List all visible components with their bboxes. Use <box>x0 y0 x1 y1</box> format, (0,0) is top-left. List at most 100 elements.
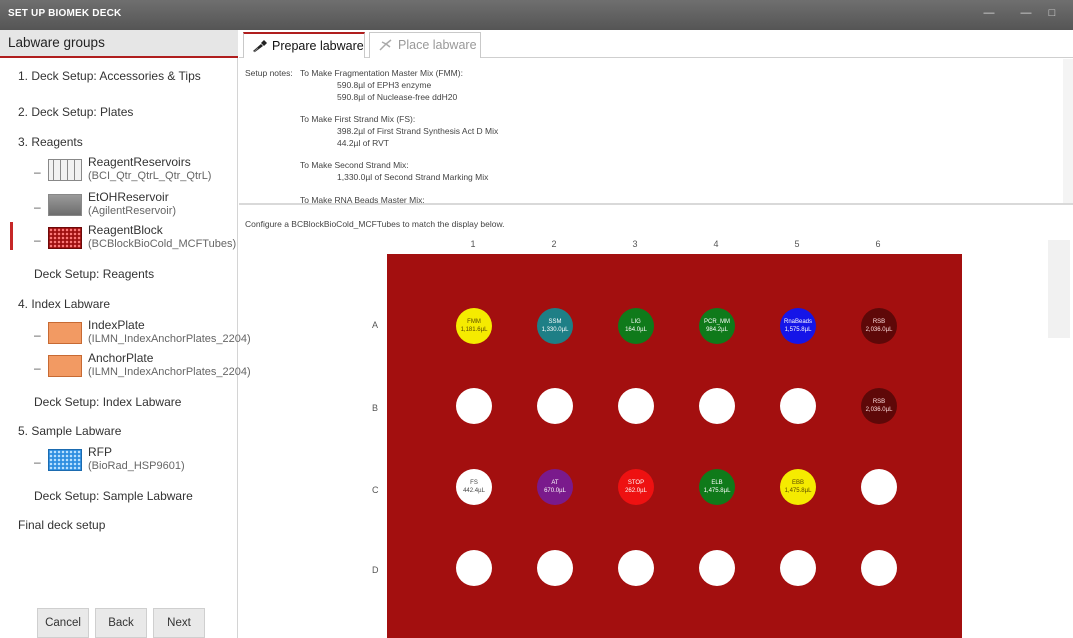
tab-label: Place labware <box>398 38 477 52</box>
well-fs: FS 442.4µL <box>456 469 492 505</box>
well-reagent-name: EBB <box>791 480 804 486</box>
note-line: 1,330.0µl of Second Strand Marking Mix <box>337 172 489 182</box>
well-volume: 670.0µL <box>544 488 566 494</box>
well-volume: 1,181.6µL <box>460 327 488 333</box>
next-button[interactable]: Next <box>153 608 205 638</box>
labware-name: AnchorPlate <box>88 351 154 365</box>
notes-scrollbar[interactable] <box>1063 59 1073 203</box>
tab-bar: Prepare labware Place labware <box>239 30 1073 58</box>
column-header: 2 <box>551 239 557 249</box>
well-volume: 442.4µL <box>463 488 485 494</box>
column-header: 3 <box>632 239 638 249</box>
labware-type: (ILMN_IndexAnchorPlates_2204) <box>88 366 251 378</box>
tab-label: Prepare labware <box>272 39 364 53</box>
empty-well <box>699 388 735 424</box>
labware-item-anchor-plate[interactable]: – AnchorPlate (ILMN_IndexAnchorPlates_22… <box>34 351 251 387</box>
empty-well <box>780 388 816 424</box>
deck-setup-sample-labware[interactable]: Deck Setup: Sample Labware <box>34 489 193 503</box>
well-reagent-name: SSM <box>548 319 562 325</box>
well-volume: 1,475.8µL <box>784 488 812 494</box>
well-volume: 984.2µL <box>706 327 728 333</box>
well-volume: 2,036.0µL <box>865 407 893 413</box>
help-control[interactable]: — <box>972 4 1006 22</box>
well-reagent-name: LIG <box>631 319 641 325</box>
labware-item-rfp[interactable]: – RFP (BioRad_HSP9601) <box>34 445 238 481</box>
note-line: 44.2µl of RVT <box>337 138 389 148</box>
row-header: A <box>372 320 379 330</box>
group-deck-setup-accessories-tips[interactable]: 1. Deck Setup: Accessories & Tips <box>18 69 201 83</box>
minimize-control[interactable]: — <box>1016 4 1036 22</box>
well-volume: 1,575.8µL <box>784 327 812 333</box>
note-line: To Make RNA Beads Master Mix: <box>300 195 425 205</box>
pipette-icon <box>253 40 267 53</box>
title-bar: SET UP BIOMEK DECK — — □ <box>0 0 1073 30</box>
reservoir-icon <box>48 159 82 181</box>
well-lig: LIG 164.0µL <box>618 308 654 344</box>
cancel-button[interactable]: Cancel <box>37 608 89 638</box>
row-header: D <box>372 565 379 575</box>
labware-type: (BCBlockBioCold_MCFTubes) <box>88 238 237 250</box>
well-reagent-name: ELB <box>711 480 723 486</box>
well-rsb: RSB 2,036.0µL <box>861 388 897 424</box>
plate-icon <box>48 322 82 344</box>
setup-biomek-deck-window: SET UP BIOMEK DECK — — □ Labware groups … <box>0 0 1073 638</box>
tab-place-labware[interactable]: Place labware <box>369 32 481 58</box>
group-deck-setup-plates[interactable]: 2. Deck Setup: Plates <box>18 105 133 119</box>
deck-setup-index-labware[interactable]: Deck Setup: Index Labware <box>34 395 181 409</box>
labware-item-etoh-reservoir[interactable]: – EtOHReservoir (AgilentReservoir) <box>34 190 238 226</box>
well-reagent-name: RnaBeads <box>783 319 813 325</box>
labware-name: IndexPlate <box>88 318 145 332</box>
group-sample-labware[interactable]: 5. Sample Labware <box>18 424 121 438</box>
plate-icon <box>48 449 82 471</box>
labware-type: (BCI_Qtr_QtrL_Qtr_QtrL) <box>88 170 212 182</box>
labware-item-index-plate[interactable]: – IndexPlate (ILMN_IndexAnchorPlates_220… <box>34 318 251 354</box>
well-volume: 2,036.0µL <box>865 327 893 333</box>
note-line: 590.8µl of EPH3 enzyme <box>337 80 432 90</box>
view-scrollbar[interactable] <box>1048 240 1070 338</box>
well-volume: 262.0µL <box>625 488 647 494</box>
well-rsb: RSB 2,036.0µL <box>861 308 897 344</box>
well-reagent-name: FMM <box>467 319 481 325</box>
labware-name: ReagentReservoirs <box>88 155 191 169</box>
well-volume: 164.0µL <box>625 327 647 333</box>
well-ebb: EBB 1,475.8µL <box>780 469 816 505</box>
note-line: To Make Second Strand Mix: <box>300 160 409 170</box>
empty-well <box>861 469 897 505</box>
tab-prepare-labware[interactable]: Prepare labware <box>243 32 365 58</box>
column-header: 5 <box>794 239 800 249</box>
well-reagent-name: STOP <box>627 480 645 486</box>
note-line: To Make First Strand Mix (FS): <box>300 114 416 124</box>
labware-item-reagent-block[interactable]: – ReagentBlock (BCBlockBioCold_MCFTubes) <box>34 223 238 259</box>
window-title: SET UP BIOMEK DECK <box>8 8 122 19</box>
note-line: 398.2µl of First Strand Synthesis Act D … <box>337 126 499 136</box>
labware-type: (ILMN_IndexAnchorPlates_2204) <box>88 333 251 345</box>
empty-well <box>780 550 816 586</box>
group-index-labware[interactable]: 4. Index Labware <box>18 297 110 311</box>
well-fmm: FMM 1,181.6µL <box>456 308 492 344</box>
well-volume: 1,330.0µL <box>541 327 569 333</box>
deck-setup-reagents[interactable]: Deck Setup: Reagents <box>34 267 154 281</box>
empty-well <box>456 550 492 586</box>
maximize-control[interactable]: □ <box>1042 4 1062 22</box>
final-deck-setup[interactable]: Final deck setup <box>18 518 105 532</box>
empty-well <box>699 550 735 586</box>
empty-well <box>861 550 897 586</box>
configure-instruction: Configure a BCBlockBioCold_MCFTubes to m… <box>245 219 505 229</box>
row-header: B <box>372 403 379 413</box>
empty-well <box>618 550 654 586</box>
back-button[interactable]: Back <box>95 608 147 638</box>
labware-name: EtOHReservoir <box>88 190 169 204</box>
group-reagents[interactable]: 3. Reagents <box>18 135 83 149</box>
gripper-icon <box>379 39 392 51</box>
well-rnabeads: RnaBeads 1,575.8µL <box>780 308 816 344</box>
well-reagent-name: FS <box>470 480 478 486</box>
empty-well <box>456 388 492 424</box>
labware-name: RFP <box>88 445 112 459</box>
labware-item-reagent-reservoirs[interactable]: – ReagentReservoirs (BCI_Qtr_QtrL_Qtr_Qt… <box>34 155 238 191</box>
empty-well <box>618 388 654 424</box>
well-ssm: SSM 1,330.0µL <box>537 308 573 344</box>
well-reagent-name: AT <box>551 480 559 486</box>
labware-type: (AgilentReservoir) <box>88 205 177 217</box>
column-header: 6 <box>875 239 881 249</box>
well-pcr-mm: PCR_MM 984.2µL <box>699 308 735 344</box>
